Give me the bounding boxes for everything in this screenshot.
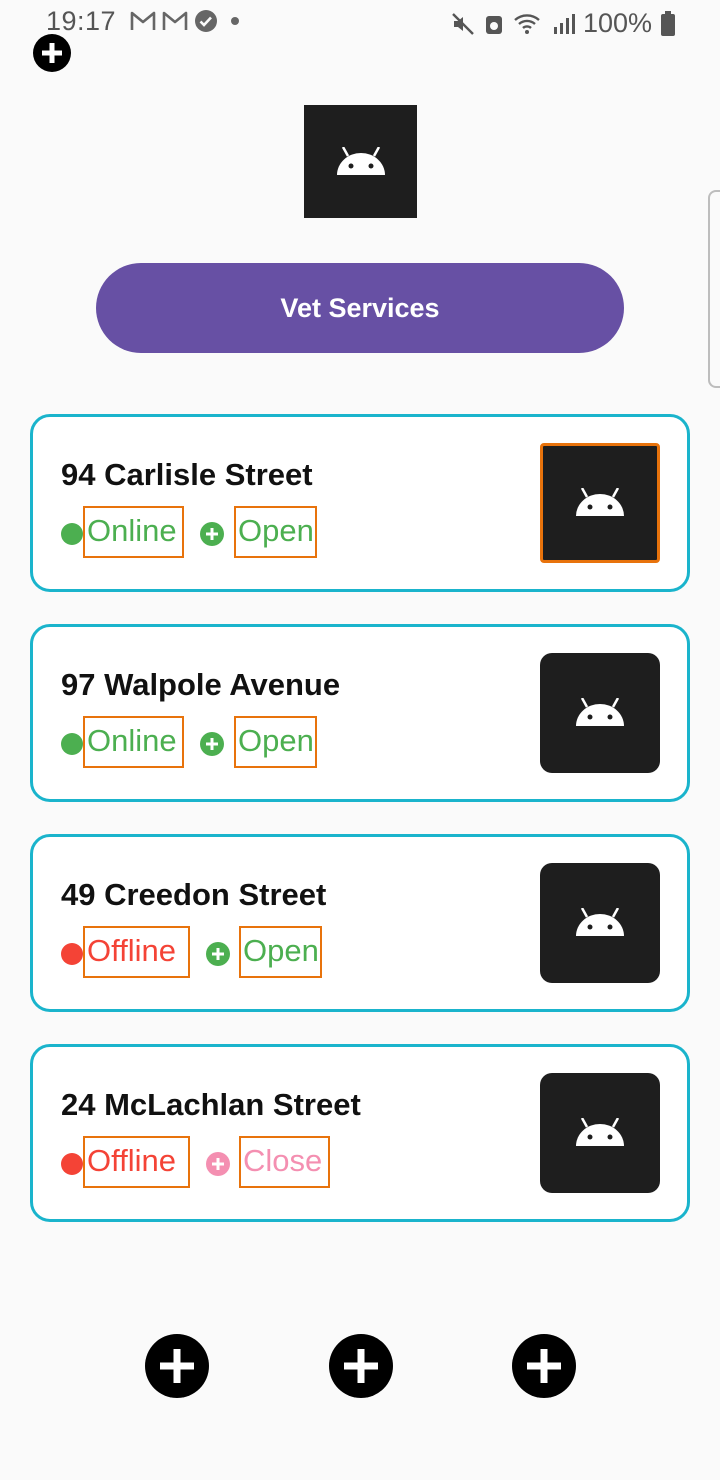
wifi-icon (514, 13, 540, 34)
offline-status-dot (61, 943, 83, 965)
android-icon (576, 1118, 624, 1146)
hours-status: Open (239, 926, 322, 978)
location-name: 24 McLachlan Street (61, 1087, 361, 1122)
add-icon[interactable] (329, 1334, 393, 1398)
online-status-dot (61, 733, 83, 755)
notification-icons (130, 9, 246, 33)
gmail-icon (130, 11, 156, 30)
recycle-icon (485, 15, 502, 34)
status-bar: 19:17 100% (0, 0, 720, 46)
battery-icon (661, 10, 675, 36)
connection-status: Offline (83, 926, 190, 978)
screen: 19:17 100% Vet Services 94 Carlisle Stre… (0, 0, 720, 1480)
gmail-icon (162, 11, 188, 30)
location-name: 97 Walpole Avenue (61, 667, 341, 702)
location-name: 49 Creedon Street (61, 877, 327, 912)
android-icon (336, 146, 385, 175)
connection-status: Offline (83, 1136, 190, 1188)
android-icon (576, 908, 624, 936)
location-thumbnail[interactable] (540, 443, 660, 563)
hours-status: Open (234, 716, 317, 768)
add-circle-icon (206, 942, 230, 966)
connection-status: Online (83, 716, 184, 768)
vet-services-label: Vet Services (280, 292, 440, 323)
mute-icon (452, 12, 474, 35)
add-circle-icon (206, 1152, 230, 1176)
add-icon[interactable] (512, 1334, 576, 1398)
android-icon (576, 488, 624, 516)
location-thumbnail[interactable] (540, 1073, 660, 1193)
location-card[interactable]: 97 Walpole Avenue Online Open (30, 624, 690, 802)
check-circle-icon (195, 10, 217, 32)
edge-panel-handle[interactable] (708, 190, 720, 388)
offline-status-dot (61, 1153, 83, 1175)
location-thumbnail[interactable] (540, 863, 660, 983)
connection-status: Online (83, 506, 184, 558)
location-card[interactable]: 24 McLachlan Street Offline Close (30, 1044, 690, 1222)
signal-icon (553, 13, 575, 34)
location-name: 94 Carlisle Street (61, 457, 313, 492)
location-card[interactable]: 94 Carlisle Street Online Open (30, 414, 690, 592)
system-icons: 100% (451, 8, 676, 39)
location-thumbnail[interactable] (540, 653, 660, 773)
hours-status: Close (239, 1136, 330, 1188)
vet-services-button[interactable]: Vet Services (96, 263, 624, 353)
add-circle-icon (200, 522, 224, 546)
add-circle-icon (200, 732, 224, 756)
online-status-dot (61, 523, 83, 545)
android-icon (576, 698, 624, 726)
location-card[interactable]: 49 Creedon Street Offline Open (30, 834, 690, 1012)
dot-icon (231, 17, 239, 25)
app-logo (304, 105, 417, 218)
status-time: 19:17 (46, 6, 117, 36)
add-icon[interactable] (33, 34, 71, 72)
hours-status: Open (234, 506, 317, 558)
battery-percent: 100% (582, 8, 652, 38)
add-icon[interactable] (145, 1334, 209, 1398)
